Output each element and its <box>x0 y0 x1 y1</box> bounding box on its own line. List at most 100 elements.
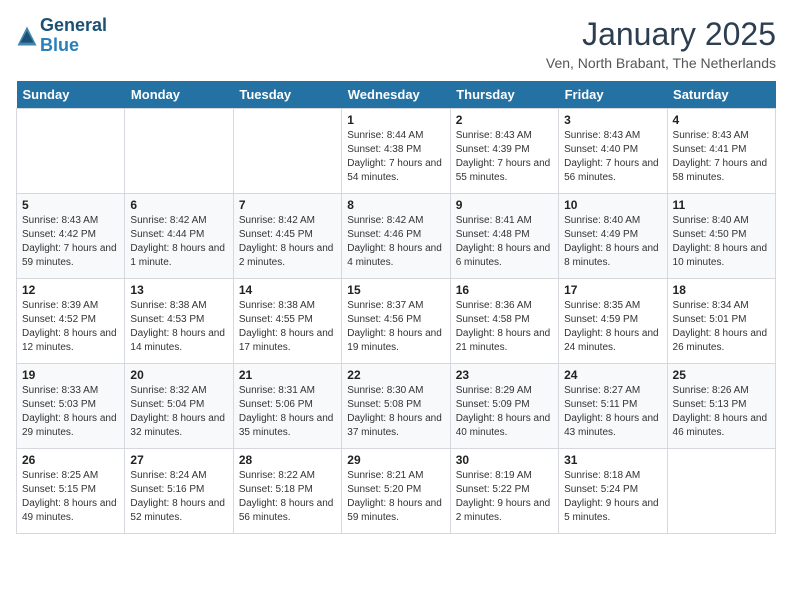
sunrise-text: Sunrise: 8:25 AM <box>22 469 119 483</box>
sunrise-text: Sunrise: 8:38 AM <box>239 299 336 313</box>
daylight-text: Daylight: 7 hours and 54 minutes. <box>347 157 444 185</box>
daylight-text: Daylight: 8 hours and 37 minutes. <box>347 412 444 440</box>
daylight-text: Daylight: 8 hours and 52 minutes. <box>130 497 227 525</box>
day-number: 25 <box>673 368 770 382</box>
day-number: 11 <box>673 198 770 212</box>
day-number: 30 <box>456 453 553 467</box>
daylight-text: Daylight: 8 hours and 8 minutes. <box>564 242 661 270</box>
cell-info: Sunrise: 8:36 AM Sunset: 4:58 PM Dayligh… <box>456 299 553 355</box>
cell-info: Sunrise: 8:35 AM Sunset: 4:59 PM Dayligh… <box>564 299 661 355</box>
calendar-cell: 22 Sunrise: 8:30 AM Sunset: 5:08 PM Dayl… <box>342 364 450 449</box>
cell-info: Sunrise: 8:27 AM Sunset: 5:11 PM Dayligh… <box>564 384 661 440</box>
cell-info: Sunrise: 8:34 AM Sunset: 5:01 PM Dayligh… <box>673 299 770 355</box>
sunset-text: Sunset: 4:52 PM <box>22 313 119 327</box>
daylight-text: Daylight: 8 hours and 59 minutes. <box>347 497 444 525</box>
sunrise-text: Sunrise: 8:22 AM <box>239 469 336 483</box>
day-number: 7 <box>239 198 336 212</box>
cell-info: Sunrise: 8:30 AM Sunset: 5:08 PM Dayligh… <box>347 384 444 440</box>
sunrise-text: Sunrise: 8:43 AM <box>673 129 770 143</box>
sunrise-text: Sunrise: 8:34 AM <box>673 299 770 313</box>
sunset-text: Sunset: 5:11 PM <box>564 398 661 412</box>
calendar-cell: 16 Sunrise: 8:36 AM Sunset: 4:58 PM Dayl… <box>450 279 558 364</box>
daylight-text: Daylight: 8 hours and 6 minutes. <box>456 242 553 270</box>
daylight-text: Daylight: 8 hours and 46 minutes. <box>673 412 770 440</box>
daylight-text: Daylight: 8 hours and 43 minutes. <box>564 412 661 440</box>
calendar-cell: 17 Sunrise: 8:35 AM Sunset: 4:59 PM Dayl… <box>559 279 667 364</box>
daylight-text: Daylight: 7 hours and 59 minutes. <box>22 242 119 270</box>
day-number: 1 <box>347 113 444 127</box>
month-title: January 2025 <box>546 16 776 53</box>
cell-info: Sunrise: 8:44 AM Sunset: 4:38 PM Dayligh… <box>347 129 444 185</box>
day-number: 28 <box>239 453 336 467</box>
sunrise-text: Sunrise: 8:39 AM <box>22 299 119 313</box>
daylight-text: Daylight: 8 hours and 10 minutes. <box>673 242 770 270</box>
calendar-cell: 29 Sunrise: 8:21 AM Sunset: 5:20 PM Dayl… <box>342 449 450 534</box>
day-number: 17 <box>564 283 661 297</box>
calendar-cell: 5 Sunrise: 8:43 AM Sunset: 4:42 PM Dayli… <box>17 194 125 279</box>
calendar-week-row: 5 Sunrise: 8:43 AM Sunset: 4:42 PM Dayli… <box>17 194 776 279</box>
sunrise-text: Sunrise: 8:40 AM <box>673 214 770 228</box>
cell-info: Sunrise: 8:42 AM Sunset: 4:45 PM Dayligh… <box>239 214 336 270</box>
sunrise-text: Sunrise: 8:31 AM <box>239 384 336 398</box>
daylight-text: Daylight: 9 hours and 5 minutes. <box>564 497 661 525</box>
col-tuesday: Tuesday <box>233 81 341 109</box>
day-number: 10 <box>564 198 661 212</box>
sunrise-text: Sunrise: 8:32 AM <box>130 384 227 398</box>
cell-info: Sunrise: 8:43 AM Sunset: 4:41 PM Dayligh… <box>673 129 770 185</box>
day-number: 15 <box>347 283 444 297</box>
calendar-cell <box>233 109 341 194</box>
cell-info: Sunrise: 8:38 AM Sunset: 4:55 PM Dayligh… <box>239 299 336 355</box>
cell-info: Sunrise: 8:42 AM Sunset: 4:46 PM Dayligh… <box>347 214 444 270</box>
calendar-cell: 28 Sunrise: 8:22 AM Sunset: 5:18 PM Dayl… <box>233 449 341 534</box>
cell-info: Sunrise: 8:19 AM Sunset: 5:22 PM Dayligh… <box>456 469 553 525</box>
logo-icon <box>16 25 38 47</box>
calendar-cell: 6 Sunrise: 8:42 AM Sunset: 4:44 PM Dayli… <box>125 194 233 279</box>
cell-info: Sunrise: 8:18 AM Sunset: 5:24 PM Dayligh… <box>564 469 661 525</box>
sunset-text: Sunset: 5:24 PM <box>564 483 661 497</box>
sunset-text: Sunset: 5:13 PM <box>673 398 770 412</box>
daylight-text: Daylight: 8 hours and 1 minute. <box>130 242 227 270</box>
cell-info: Sunrise: 8:43 AM Sunset: 4:39 PM Dayligh… <box>456 129 553 185</box>
calendar-cell: 20 Sunrise: 8:32 AM Sunset: 5:04 PM Dayl… <box>125 364 233 449</box>
sunset-text: Sunset: 4:53 PM <box>130 313 227 327</box>
sunset-text: Sunset: 5:03 PM <box>22 398 119 412</box>
cell-info: Sunrise: 8:37 AM Sunset: 4:56 PM Dayligh… <box>347 299 444 355</box>
day-number: 13 <box>130 283 227 297</box>
daylight-text: Daylight: 7 hours and 56 minutes. <box>564 157 661 185</box>
day-number: 16 <box>456 283 553 297</box>
sunset-text: Sunset: 4:55 PM <box>239 313 336 327</box>
sunset-text: Sunset: 5:22 PM <box>456 483 553 497</box>
cell-info: Sunrise: 8:40 AM Sunset: 4:49 PM Dayligh… <box>564 214 661 270</box>
sunrise-text: Sunrise: 8:43 AM <box>456 129 553 143</box>
daylight-text: Daylight: 8 hours and 21 minutes. <box>456 327 553 355</box>
sunset-text: Sunset: 5:09 PM <box>456 398 553 412</box>
daylight-text: Daylight: 8 hours and 17 minutes. <box>239 327 336 355</box>
calendar-week-row: 1 Sunrise: 8:44 AM Sunset: 4:38 PM Dayli… <box>17 109 776 194</box>
sunrise-text: Sunrise: 8:21 AM <box>347 469 444 483</box>
sunset-text: Sunset: 4:48 PM <box>456 228 553 242</box>
sunset-text: Sunset: 5:08 PM <box>347 398 444 412</box>
cell-info: Sunrise: 8:42 AM Sunset: 4:44 PM Dayligh… <box>130 214 227 270</box>
calendar-cell: 27 Sunrise: 8:24 AM Sunset: 5:16 PM Dayl… <box>125 449 233 534</box>
sunrise-text: Sunrise: 8:30 AM <box>347 384 444 398</box>
sunrise-text: Sunrise: 8:43 AM <box>22 214 119 228</box>
sunset-text: Sunset: 4:44 PM <box>130 228 227 242</box>
sunset-text: Sunset: 5:18 PM <box>239 483 336 497</box>
cell-info: Sunrise: 8:38 AM Sunset: 4:53 PM Dayligh… <box>130 299 227 355</box>
calendar-cell: 24 Sunrise: 8:27 AM Sunset: 5:11 PM Dayl… <box>559 364 667 449</box>
sunrise-text: Sunrise: 8:24 AM <box>130 469 227 483</box>
sunrise-text: Sunrise: 8:38 AM <box>130 299 227 313</box>
day-number: 20 <box>130 368 227 382</box>
sunset-text: Sunset: 5:04 PM <box>130 398 227 412</box>
daylight-text: Daylight: 8 hours and 19 minutes. <box>347 327 444 355</box>
calendar-cell: 13 Sunrise: 8:38 AM Sunset: 4:53 PM Dayl… <box>125 279 233 364</box>
calendar-cell: 2 Sunrise: 8:43 AM Sunset: 4:39 PM Dayli… <box>450 109 558 194</box>
logo-blue: Blue <box>40 36 107 56</box>
cell-info: Sunrise: 8:29 AM Sunset: 5:09 PM Dayligh… <box>456 384 553 440</box>
sunset-text: Sunset: 4:40 PM <box>564 143 661 157</box>
sunset-text: Sunset: 4:42 PM <box>22 228 119 242</box>
day-number: 5 <box>22 198 119 212</box>
cell-info: Sunrise: 8:21 AM Sunset: 5:20 PM Dayligh… <box>347 469 444 525</box>
page-container: General Blue January 2025 Ven, North Bra… <box>0 0 792 542</box>
cell-info: Sunrise: 8:25 AM Sunset: 5:15 PM Dayligh… <box>22 469 119 525</box>
